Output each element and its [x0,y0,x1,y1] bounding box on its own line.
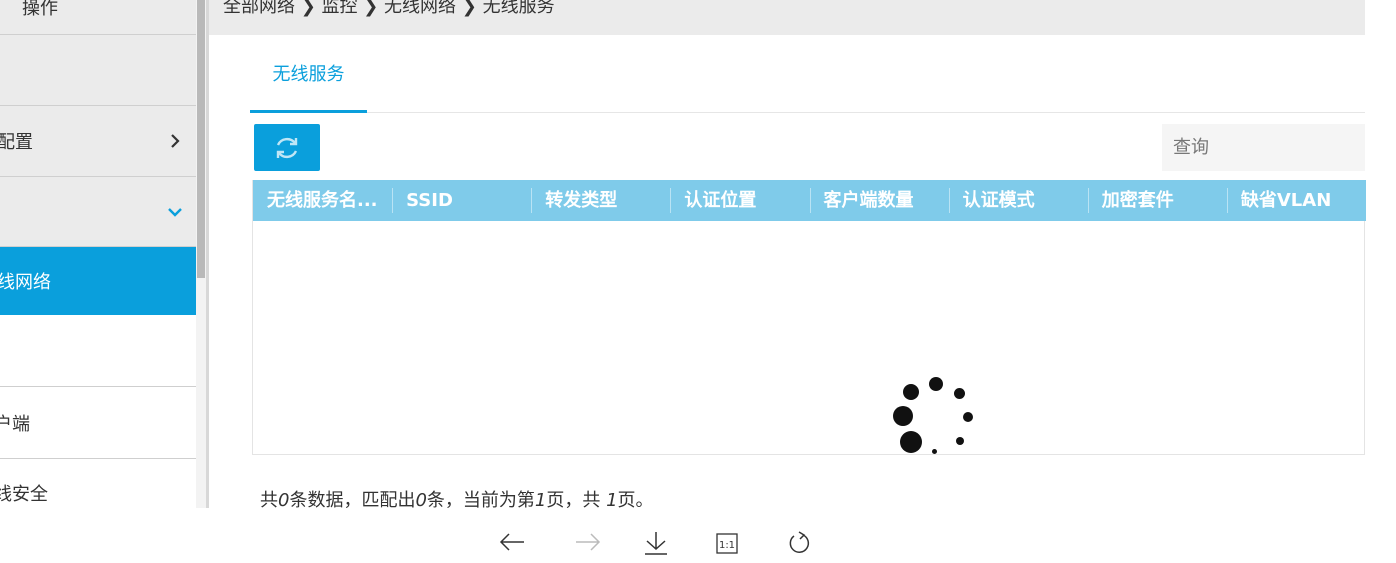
arrow-left-icon [499,533,524,551]
refresh-icon [276,138,298,158]
breadcrumb-bar: 全部网络 ❯ 监控 ❯ 无线网络 ❯ 无线服务 [209,0,1365,35]
column-header-client-count[interactable]: 客户端数量 [809,180,949,221]
wireless-service-table: 无线服务名... SSID 转发类型 认证位置 客户端数量 认证模式 加密套件 … [252,180,1366,455]
sidebar-item-blank-1[interactable] [0,35,196,106]
svg-text:1:1: 1:1 [719,540,735,551]
chevron-down-icon [168,207,182,217]
sidebar-scrollbar-thumb[interactable] [197,0,205,278]
sidebar-item-label: 户端 [0,413,30,435]
rotate-icon [789,531,810,553]
download-icon [645,532,667,555]
tab-bar: 无线服务 [250,50,1365,113]
rotate-button[interactable] [784,530,814,560]
sidebar: 操作 配置 线网络 户端 线安全 [0,0,196,508]
sidebar-item-label: 线网络 [0,272,51,293]
sidebar-item-label: 操作 [22,0,58,19]
column-header-auth-mode[interactable]: 认证模式 [948,180,1088,221]
sidebar-divider [206,0,209,508]
sidebar-item-group[interactable] [0,177,196,247]
column-header-default-vlan[interactable]: 缺省VLAN [1226,180,1366,221]
column-header-auth-location[interactable]: 认证位置 [670,180,809,221]
loading-spinner-icon [888,372,978,462]
sidebar-item-blank-2[interactable] [0,315,196,387]
refresh-button[interactable] [254,124,320,171]
actual-size-button[interactable]: 1:1 [712,530,742,560]
search-input[interactable] [1162,124,1365,171]
sidebar-item-wireless-network[interactable]: 线网络 [0,247,196,315]
sidebar-item-operate[interactable]: 操作 [0,0,196,35]
viewer-toolbar [0,508,1396,563]
chevron-right-icon [171,134,180,148]
arrow-right-icon [576,533,601,551]
column-header-forward-type[interactable]: 转发类型 [531,180,670,221]
download-button[interactable] [641,530,671,560]
sidebar-item-clients[interactable]: 户端 [0,387,196,459]
tab-wireless-service[interactable]: 无线服务 [250,50,367,113]
actual-size-icon: 1:1 [716,533,738,554]
table-header: 无线服务名... SSID 转发类型 认证位置 客户端数量 认证模式 加密套件 … [253,180,1366,221]
sidebar-item-config[interactable]: 配置 [0,106,196,177]
breadcrumb: 全部网络 ❯ 监控 ❯ 无线网络 ❯ 无线服务 [223,0,555,17]
sidebar-item-label: 配置 [0,132,33,153]
column-header-cipher-suite[interactable]: 加密套件 [1087,180,1227,221]
column-header-service-name[interactable]: 无线服务名... [253,180,392,221]
sidebar-item-wireless-security[interactable]: 线安全 [0,459,196,508]
back-button[interactable] [497,530,527,560]
sidebar-item-label: 线安全 [0,484,48,505]
column-header-ssid[interactable]: SSID [392,180,531,221]
forward-button[interactable] [573,530,603,560]
